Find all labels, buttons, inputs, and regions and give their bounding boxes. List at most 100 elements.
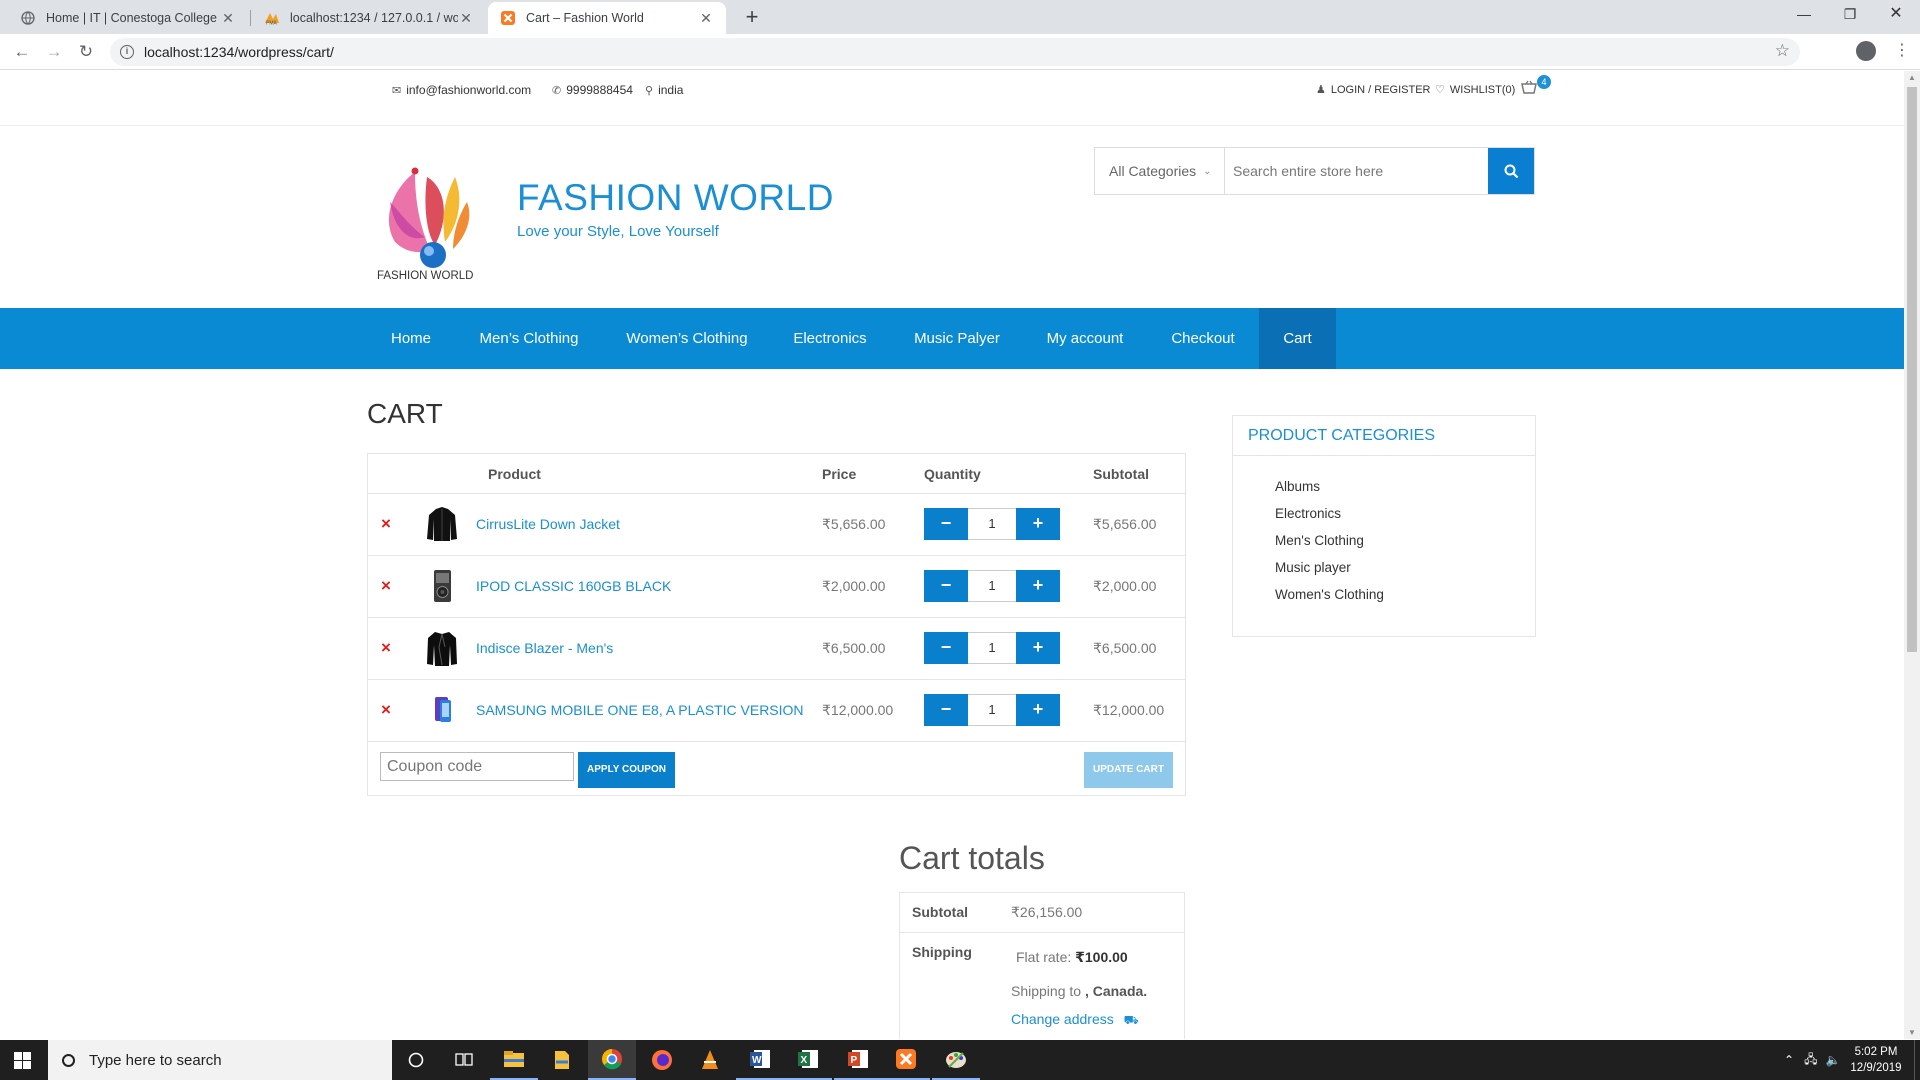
site-title[interactable]: FASHION WORLD [517,177,834,219]
apply-coupon-button[interactable]: APPLY COUPON [578,752,675,788]
browser-menu-icon[interactable]: ⋮ [1894,40,1910,60]
firefox-icon[interactable] [638,1040,686,1080]
file-icon[interactable] [538,1040,586,1080]
nav-item-cart[interactable]: Cart [1259,308,1336,369]
back-button[interactable]: ← [10,40,34,64]
category-link-womens-clothing[interactable]: Women's Clothing [1275,587,1384,602]
nav-item-electronics[interactable]: Electronics [780,308,880,369]
close-tab-icon[interactable]: ✕ [458,10,474,27]
task-view-icon[interactable] [440,1040,488,1080]
volume-icon[interactable]: 🔈 [1825,1053,1840,1067]
excel-icon[interactable]: X [784,1040,832,1080]
browser-tab-phpmyadmin[interactable]: PMA localhost:1234 / 127.0.0.1 / word ✕ [252,2,486,34]
close-window-button[interactable]: ✕ [1873,0,1919,30]
powerpoint-icon[interactable]: P [834,1040,882,1080]
windows-start-icon[interactable] [14,1052,31,1069]
category-link-mens-clothing[interactable]: Men's Clothing [1275,533,1364,548]
update-cart-button[interactable]: UPDATE CART [1084,752,1173,788]
login-register-link[interactable]: ♟ LOGIN / REGISTER [1316,83,1431,97]
cortana-icon[interactable] [392,1040,440,1080]
word-icon[interactable]: W [736,1040,784,1080]
restore-button[interactable]: ❐ [1827,0,1873,30]
product-name-link[interactable]: IPOD CLASSIC 160GB BLACK [476,578,671,594]
coupon-code-input[interactable]: Coupon code [380,752,574,781]
quantity-increase-button[interactable]: + [1016,570,1060,602]
shipping-label: Shipping [912,944,972,960]
reload-button[interactable]: ↻ [74,40,98,64]
product-thumbnail-jacket[interactable] [426,505,458,543]
quantity-decrease-button[interactable]: − [924,632,968,664]
bookmark-star-icon[interactable]: ☆ [1775,41,1790,61]
item-price: ₹2,000.00 [822,578,886,594]
product-thumbnail-ipod[interactable] [426,567,458,605]
quantity-input[interactable]: 1 [968,632,1016,664]
change-address-link[interactable]: Change address ⛟ [1011,1011,1139,1029]
nav-item-music-player[interactable]: Music Palyer [898,308,1016,369]
site-info-icon[interactable]: i [120,45,134,59]
quantity-decrease-button[interactable]: − [924,508,968,540]
tab-separator [250,10,251,26]
network-icon[interactable]: 🖧 [1804,1050,1817,1071]
vlc-icon[interactable] [686,1040,734,1080]
forward-button[interactable]: → [42,40,66,64]
product-name-link[interactable]: Indisce Blazer - Men's [476,640,613,656]
widget-title: PRODUCT CATEGORIES [1233,416,1535,456]
close-tab-icon[interactable]: ✕ [698,10,714,27]
quantity-increase-button[interactable]: + [1016,508,1060,540]
location-text: india [658,83,684,97]
site-logo[interactable]: FASHION WORLD [375,157,495,282]
category-link-electronics[interactable]: Electronics [1275,506,1341,521]
minimize-button[interactable]: — [1781,0,1827,30]
nav-item-checkout[interactable]: Checkout [1158,308,1248,369]
wishlist-link[interactable]: ♡ WISHLIST(0) [1435,83,1515,97]
nav-item-my-account[interactable]: My account [1034,308,1136,369]
url-text: localhost:1234/wordpress/cart/ [144,44,334,60]
product-thumbnail-phone[interactable] [426,691,458,729]
nav-item-mens-clothing[interactable]: Men’s Clothing [462,308,596,369]
contact-email[interactable]: ✉ info@fashionworld.com [392,83,531,97]
taskbar-search-box[interactable]: Type here to search [48,1040,392,1080]
remove-item-icon[interactable]: × [381,576,391,596]
category-link-albums[interactable]: Albums [1275,479,1320,494]
item-price: ₹12,000.00 [822,702,894,718]
page-scrollbar[interactable]: ▲ ▼ [1904,71,1920,1039]
chevron-up-icon[interactable]: ⌃ [1784,1053,1794,1067]
category-link-music-player[interactable]: Music player [1275,560,1351,575]
remove-item-icon[interactable]: × [381,638,391,658]
search-input[interactable]: Search entire store here [1225,148,1488,194]
scroll-up-arrow-icon[interactable]: ▲ [1904,73,1920,82]
nav-item-womens-clothing[interactable]: Women’s Clothing [610,308,764,369]
taskbar-clock[interactable]: 5:02 PM 12/9/2019 [1846,1044,1906,1076]
mini-cart-icon[interactable] [1521,80,1537,97]
quantity-increase-button[interactable]: + [1016,694,1060,726]
file-explorer-icon[interactable] [490,1040,538,1080]
quantity-increase-button[interactable]: + [1016,632,1060,664]
quantity-input[interactable]: 1 [968,570,1016,602]
category-select[interactable]: All Categories ⌄ [1095,148,1225,194]
show-desktop-button[interactable] [1914,1040,1920,1080]
site-tagline: Love your Style, Love Yourself [517,223,719,240]
remove-item-icon[interactable]: × [381,700,391,720]
address-bar[interactable]: i localhost:1234/wordpress/cart/ ☆ [110,38,1800,66]
scrollbar-thumb[interactable] [1907,87,1917,652]
search-button[interactable] [1488,148,1534,194]
browser-tab-conestoga[interactable]: Home | IT | Conestoga College ✕ [8,2,248,34]
quantity-input[interactable]: 1 [968,508,1016,540]
chrome-icon[interactable] [588,1040,636,1080]
product-name-link[interactable]: CirrusLite Down Jacket [476,516,620,532]
quantity-input[interactable]: 1 [968,694,1016,726]
remove-item-icon[interactable]: × [381,514,391,534]
paint-icon[interactable] [932,1040,980,1080]
product-name-link[interactable]: SAMSUNG MOBILE ONE E8, A PLASTIC VERSION [476,702,804,718]
profile-avatar-icon[interactable] [1856,41,1876,61]
browser-tab-cart[interactable]: Cart – Fashion World ✕ [488,2,726,34]
user-icon: ♟ [1316,84,1326,96]
xampp-icon[interactable] [882,1040,930,1080]
product-thumbnail-blazer[interactable] [426,629,458,667]
close-tab-icon[interactable]: ✕ [220,10,236,27]
scroll-down-arrow-icon[interactable]: ▼ [1904,1028,1920,1037]
quantity-decrease-button[interactable]: − [924,570,968,602]
quantity-decrease-button[interactable]: − [924,694,968,726]
nav-item-home[interactable]: Home [372,308,450,369]
new-tab-button[interactable]: + [738,4,766,32]
